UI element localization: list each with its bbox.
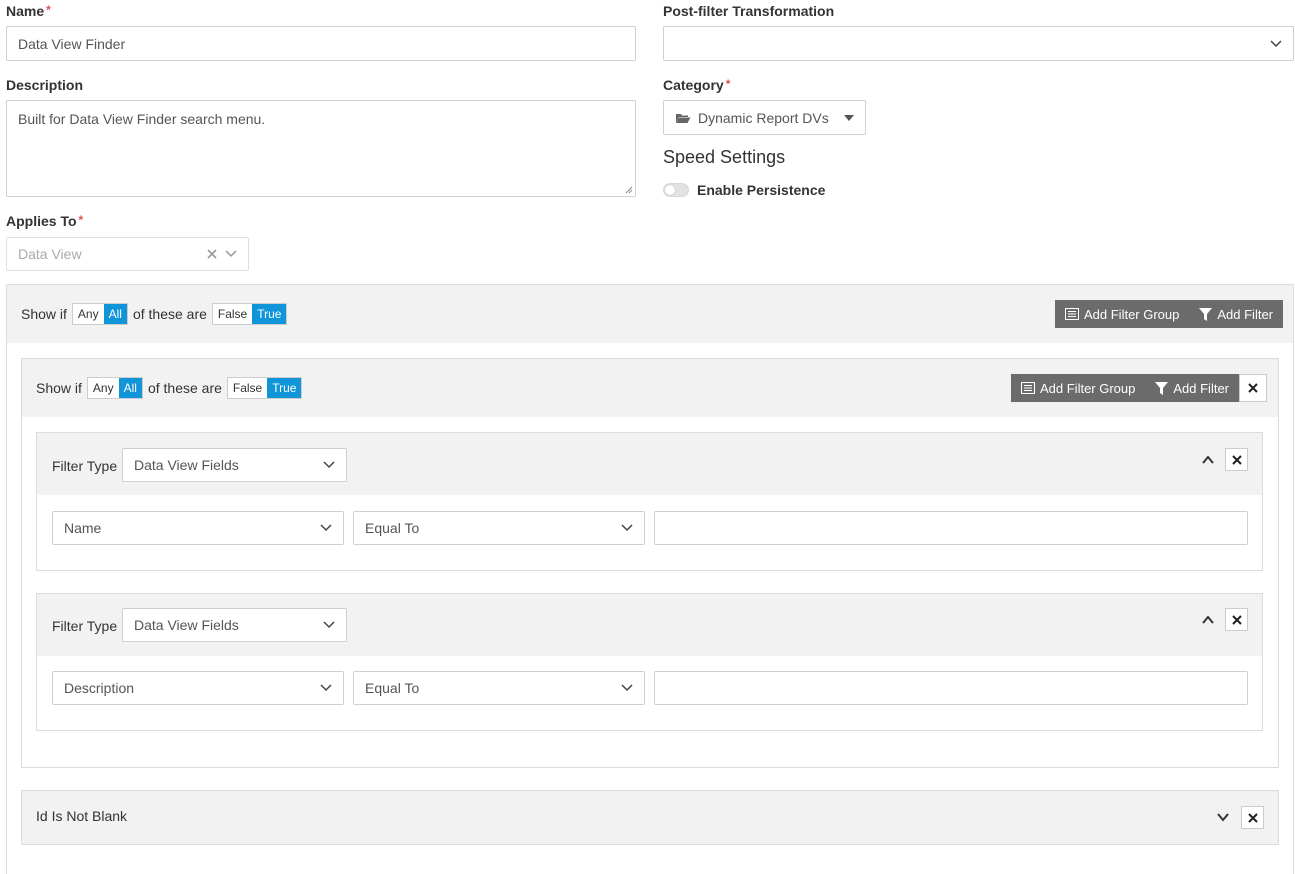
value-input[interactable] — [654, 671, 1248, 705]
caret-down-icon — [844, 114, 854, 121]
filter-type-label: Filter Type — [52, 618, 118, 634]
add-filter-group-button[interactable]: Add Filter Group — [1055, 300, 1190, 328]
operator-select[interactable]: Equal To — [353, 511, 645, 545]
post-filter-select[interactable] — [663, 26, 1294, 61]
any-all-toggle[interactable]: Any All — [71, 303, 128, 325]
any-option[interactable]: Any — [72, 304, 104, 324]
name-input[interactable]: Data View Finder — [6, 26, 636, 61]
any-option[interactable]: Any — [87, 378, 119, 398]
inner-show-if: Show if Any All of these are False True — [36, 377, 307, 399]
show-if-label: Show if — [36, 380, 82, 396]
filter-icon — [1155, 381, 1169, 395]
name-label: Name * — [6, 3, 51, 19]
close-icon — [1247, 812, 1258, 823]
of-these-are-label: of these are — [147, 380, 222, 396]
operator-select[interactable]: Equal To — [353, 671, 645, 705]
folder-open-icon — [676, 113, 691, 123]
chevron-up-icon[interactable] — [1202, 455, 1214, 464]
speed-settings-heading: Speed Settings — [663, 147, 786, 167]
chevron-down-icon — [1270, 39, 1282, 47]
close-icon — [1231, 614, 1242, 625]
persistence-toggle[interactable] — [663, 183, 689, 197]
all-option[interactable]: All — [118, 378, 142, 398]
chevron-down-icon — [621, 684, 633, 692]
filter-icon — [1199, 307, 1213, 321]
false-option[interactable]: False — [212, 304, 253, 324]
chevron-down-icon — [320, 684, 332, 692]
remove-filter-button[interactable] — [1225, 608, 1248, 631]
inner-button-bar: Add Filter Group Add Filter — [1011, 374, 1268, 402]
chevron-up-icon[interactable] — [1202, 615, 1214, 624]
close-icon — [1231, 454, 1242, 465]
outer-button-bar: Add Filter Group Add Filter — [1055, 300, 1284, 328]
chevron-down-icon — [323, 621, 335, 629]
chevron-down-icon — [225, 250, 237, 258]
category-label: Category * — [663, 77, 731, 93]
filter-type-label: Filter Type — [52, 458, 118, 474]
all-option[interactable]: All — [103, 304, 127, 324]
filter-type-select[interactable]: Data View Fields — [122, 608, 347, 642]
list-icon — [1021, 382, 1035, 394]
collapsed-filter-label: Id Is Not Blank — [36, 808, 128, 824]
chevron-down-icon — [320, 524, 332, 532]
resize-handle-icon[interactable] — [625, 186, 633, 194]
add-filter-button[interactable]: Add Filter — [1189, 300, 1284, 328]
description-label: Description — [6, 77, 84, 93]
outer-show-if: Show if Any All of these are False True — [21, 303, 292, 325]
show-if-label: Show if — [21, 306, 67, 322]
close-icon — [1248, 383, 1258, 393]
collapsed-filter[interactable] — [21, 790, 1279, 845]
true-option[interactable]: True — [267, 378, 302, 398]
post-filter-label: Post-filter Transformation — [663, 3, 835, 19]
remove-filter-button[interactable] — [1225, 448, 1248, 471]
any-all-toggle[interactable]: Any All — [86, 377, 143, 399]
of-these-are-label: of these are — [132, 306, 207, 322]
true-false-toggle[interactable]: False True — [211, 303, 288, 325]
clear-icon[interactable] — [207, 249, 217, 259]
description-textarea[interactable]: Built for Data View Finder search menu. — [6, 100, 636, 197]
add-filter-group-button[interactable]: Add Filter Group — [1011, 374, 1146, 402]
false-option[interactable]: False — [227, 378, 268, 398]
value-input[interactable] — [654, 511, 1248, 545]
remove-filter-button[interactable] — [1241, 806, 1264, 829]
filter-type-select[interactable]: Data View Fields — [122, 448, 347, 482]
add-filter-button[interactable]: Add Filter — [1145, 374, 1240, 402]
applies-to-select[interactable]: Data View — [6, 237, 249, 271]
true-false-toggle[interactable]: False True — [226, 377, 303, 399]
chevron-down-icon — [323, 461, 335, 469]
applies-to-label: Applies To * — [6, 213, 84, 229]
true-option[interactable]: True — [252, 304, 287, 324]
chevron-down-icon[interactable] — [1217, 813, 1229, 822]
chevron-down-icon — [621, 524, 633, 532]
category-dropdown[interactable]: Dynamic Report DVs — [663, 100, 866, 135]
remove-group-button[interactable] — [1239, 374, 1268, 402]
list-icon — [1065, 308, 1079, 320]
persistence-label: Enable Persistence — [697, 182, 826, 198]
field-select[interactable]: Name — [52, 511, 344, 545]
field-select[interactable]: Description — [52, 671, 344, 705]
